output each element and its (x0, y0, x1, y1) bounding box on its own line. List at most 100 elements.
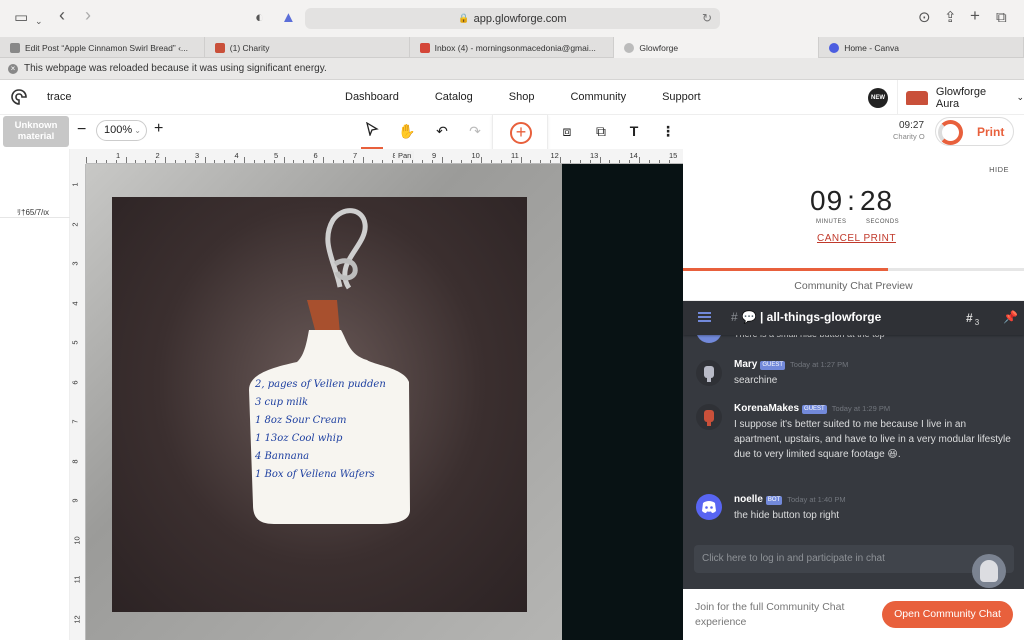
glowforge-logo-icon[interactable] (10, 88, 28, 106)
ruler-tick-mark (560, 157, 561, 163)
project-name[interactable]: trace (47, 91, 71, 103)
image-tool-icon[interactable]: ⧈ (556, 120, 578, 142)
recipe-line: 4 Bannana (255, 451, 310, 462)
nav-community[interactable]: Community (570, 91, 626, 103)
nav-dashboard[interactable]: Dashboard (345, 91, 399, 103)
ruler-tick-mark (668, 160, 670, 163)
ruler-tick-label: 7 (353, 151, 358, 160)
text-tool-icon[interactable]: T (623, 120, 645, 142)
ruler-tick-label: 15 (669, 151, 678, 160)
open-community-chat-button[interactable]: Open Community Chat (882, 601, 1013, 628)
hide-button[interactable]: HIDE (989, 165, 1009, 174)
ruler-tick-mark (155, 160, 157, 163)
ruler-tick-label: 11 (72, 575, 82, 584)
shield-icon[interactable]: ◐ (255, 9, 264, 27)
ruler-tick-mark (105, 160, 107, 163)
download-icon[interactable]: ⊙ (918, 9, 931, 27)
sidebar-icon[interactable]: ▭ (14, 9, 28, 27)
tab-label: Edit Post “Apple Cinnamon Swirl Bread” ‹… (25, 42, 188, 53)
divider (0, 217, 70, 218)
ruler-tick-mark (629, 160, 631, 163)
username[interactable]: Mary (734, 359, 757, 370)
ruler-tick-mark (520, 157, 522, 163)
ruler-tick-mark (165, 157, 166, 163)
forward-icon[interactable]: › (85, 6, 91, 24)
threads-button[interactable]: #3 (966, 311, 979, 327)
ruler-tick-mark (510, 160, 512, 163)
redo-icon[interactable]: ↷ (464, 120, 486, 142)
ruler-tick-label: 9 (70, 498, 80, 503)
ruler-tick-mark (372, 160, 374, 163)
share-icon[interactable]: ⇪ (944, 9, 957, 27)
main-nav: Dashboard Catalog Shop Community Support (345, 91, 737, 103)
ruler-tick-mark (451, 160, 453, 163)
widget-crate-icon[interactable] (972, 554, 1006, 588)
zoom-select[interactable]: 100% ⌄ (96, 120, 147, 141)
ruler-tick-mark (204, 157, 206, 163)
nav-shop[interactable]: Shop (509, 91, 535, 103)
tab-label: Home - Canva (844, 42, 899, 53)
print-button[interactable]: Print (935, 117, 1014, 146)
ruler-tick-mark (135, 160, 137, 163)
ruler-tick-label: 4 (70, 300, 80, 306)
discord-icon (702, 501, 716, 513)
pan-tool-button[interactable]: ✋ (396, 120, 418, 142)
back-icon[interactable]: ‹ (59, 6, 65, 24)
print-time-small: 09:27 (899, 120, 925, 131)
ruler-tick-mark (214, 160, 216, 163)
tab-glowforge[interactable]: Glowforge (614, 37, 820, 58)
tab-overview-icon[interactable]: ⧉ (996, 9, 1007, 27)
recipe-line: 1 8oz Sour Cream (255, 415, 347, 426)
tab-edit-post[interactable]: Edit Post “Apple Cinnamon Swirl Bread” ‹… (0, 37, 205, 58)
reload-icon[interactable]: ↻ (702, 11, 712, 25)
chat-login-input[interactable]: Click here to log in and participate in … (694, 545, 1014, 573)
new-tab-icon[interactable]: + (970, 7, 980, 25)
ruler-tick-mark (490, 160, 492, 163)
ruler-tick-mark (342, 160, 344, 163)
new-badge[interactable]: NEW (868, 88, 888, 108)
chevron-down-icon[interactable]: ⌄ (35, 12, 43, 30)
favicon-icon (214, 42, 225, 53)
username[interactable]: noelle (734, 494, 763, 505)
app-header: trace Dashboard Catalog Shop Community S… (0, 80, 1024, 115)
nav-catalog[interactable]: Catalog (435, 91, 473, 103)
material-button[interactable]: Unknown material (3, 116, 69, 147)
ruler-tick-mark (244, 157, 245, 163)
ruler-tick-mark (145, 160, 147, 163)
cursor-icon (365, 121, 379, 138)
extension-icon[interactable]: ▲ (281, 9, 296, 27)
timestamp: Today at 1:29 PM (831, 404, 891, 413)
device-name: Glowforge Aura (935, 85, 987, 110)
add-artwork-button[interactable]: + (492, 115, 548, 152)
recipe-line: 2, pages of Vellen pudden (255, 379, 386, 390)
plus-icon: + (510, 122, 532, 144)
more-options-icon[interactable]: ⋮ (657, 120, 679, 142)
username[interactable]: KorenaMakes (734, 403, 799, 414)
tab-canva[interactable]: Home - Canva (819, 37, 1024, 58)
select-tool-button[interactable] (361, 120, 383, 150)
pin-icon[interactable]: 📌 (1003, 310, 1018, 324)
timestamp: Today at 1:40 PM (787, 495, 846, 504)
zoom-in-button[interactable]: + (154, 120, 163, 138)
avatar (696, 494, 722, 520)
avatar (696, 404, 722, 430)
nav-support[interactable]: Support (662, 91, 701, 103)
address-bar[interactable]: 🔒 app.glowforge.com ↻ (305, 8, 720, 29)
tab-charity[interactable]: (1) Charity (205, 37, 410, 58)
tab-inbox[interactable]: Inbox (4) - morningsonmacedonia@gmai... (410, 37, 615, 58)
design-toolbar: Unknown material − 100% ⌄ + ✋ ↶ ↷ + ⧈ ⧉ … (0, 115, 1024, 152)
device-selector[interactable]: Glowforge Aura ⌄ (897, 80, 1024, 115)
ruler-tick-label: 6 (313, 151, 318, 160)
menu-icon[interactable] (698, 312, 711, 322)
cancel-print-button[interactable]: CANCEL PRINT (817, 233, 896, 244)
zoom-out-button[interactable]: − (77, 121, 86, 139)
zoom-value: 100% (104, 124, 133, 136)
ruler-tick-mark (293, 160, 295, 163)
ruler-tick-mark (658, 160, 660, 163)
undo-icon[interactable]: ↶ (431, 120, 453, 142)
close-icon[interactable]: × (8, 63, 18, 74)
recipe-line: 1 Box of Vellena Wafers (255, 469, 375, 480)
ruler-top: 123456789101112131415 (86, 149, 683, 164)
shapes-icon[interactable]: ⧉ (590, 120, 612, 142)
browser-toolbar: ▭ ⌄ ‹ › ◐ ▲ 🔒 app.glowforge.com ↻ ⊙ ⇪ + … (0, 0, 1024, 37)
